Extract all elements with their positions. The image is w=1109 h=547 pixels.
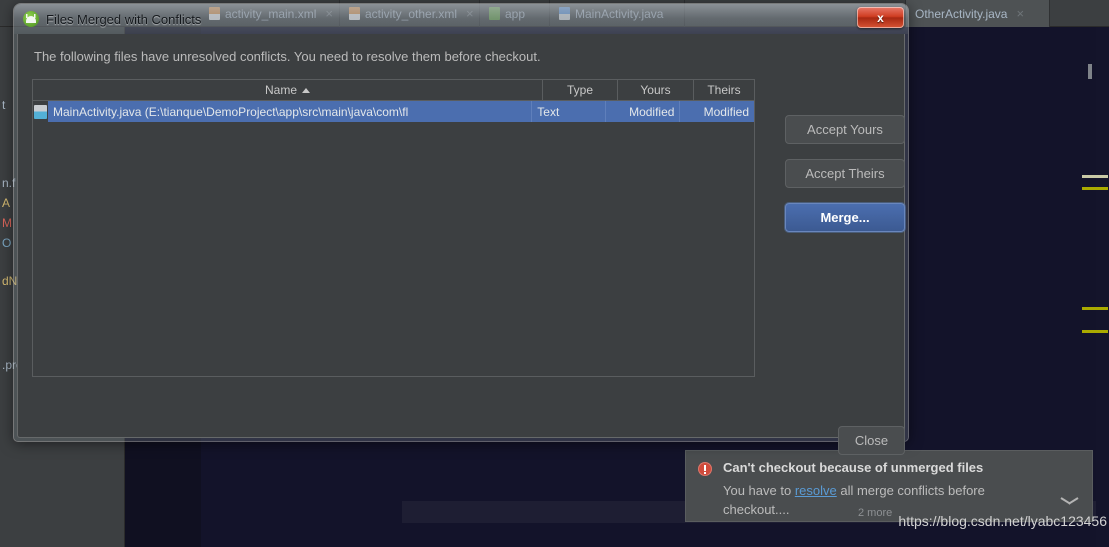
close-button[interactable]: Close bbox=[838, 426, 905, 455]
file-path-label: MainActivity.java (E:\tianque\DemoProjec… bbox=[53, 104, 409, 119]
column-label: Theirs bbox=[707, 83, 741, 97]
column-header-yours[interactable]: Yours bbox=[618, 80, 694, 101]
button-label: Accept Theirs bbox=[805, 166, 885, 181]
merge-button[interactable]: Merge... bbox=[785, 203, 905, 232]
java-file-icon bbox=[34, 104, 47, 119]
tree-label: A bbox=[2, 196, 11, 210]
column-header-type[interactable]: Type bbox=[543, 80, 618, 101]
resolve-link[interactable]: resolve bbox=[795, 483, 837, 498]
cell-yours[interactable]: Modified bbox=[606, 101, 681, 122]
sort-ascending-icon bbox=[302, 87, 310, 93]
button-label: Close bbox=[854, 433, 889, 448]
close-icon[interactable]: × bbox=[1016, 6, 1024, 21]
dialog-body: The following files have unresolved conf… bbox=[17, 34, 905, 455]
error-stripe-marker[interactable] bbox=[1082, 307, 1108, 310]
yours-status-label: Modified bbox=[629, 104, 675, 119]
chevron-down-icon[interactable] bbox=[1061, 496, 1078, 506]
editor-tab-otheractivity-java[interactable]: OtherActivity.java × bbox=[905, 0, 1050, 27]
cell-theirs[interactable]: Modified bbox=[680, 101, 754, 122]
tree-label: M bbox=[2, 216, 12, 230]
table-row[interactable]: MainActivity.java (E:\tianque\DemoProjec… bbox=[33, 101, 754, 122]
button-label: Accept Yours bbox=[807, 122, 883, 137]
cell-type[interactable]: Text bbox=[532, 101, 606, 122]
column-label: Yours bbox=[640, 83, 671, 97]
notification-balloon[interactable]: Can't checkout because of unmerged files… bbox=[685, 450, 1093, 522]
files-merged-with-conflicts-dialog[interactable]: Files Merged with Conflicts x The follow… bbox=[14, 4, 908, 455]
column-header-theirs[interactable]: Theirs bbox=[694, 80, 754, 101]
conflicts-table[interactable]: Name Type Yours Theirs MainActivity.java… bbox=[32, 79, 755, 377]
error-stripe-marker[interactable] bbox=[1082, 175, 1108, 178]
error-stripe-marker[interactable] bbox=[1082, 187, 1108, 190]
editor-scrollbar[interactable] bbox=[1082, 27, 1109, 547]
table-empty-area[interactable] bbox=[33, 122, 754, 376]
error-stripe-marker[interactable] bbox=[1082, 330, 1108, 333]
window-close-button[interactable]: x bbox=[857, 7, 904, 28]
tab-label: OtherActivity.java bbox=[915, 6, 1008, 21]
tree-label: O bbox=[2, 236, 12, 250]
column-label: Name bbox=[264, 83, 297, 97]
row-icon-cell bbox=[33, 101, 48, 122]
type-label: Text bbox=[537, 104, 560, 119]
column-label: Type bbox=[566, 83, 593, 97]
dialog-title-bar[interactable]: Files Merged with Conflicts x bbox=[14, 4, 908, 34]
watermark-url: https://blog.csdn.net/lyabc123456 bbox=[898, 513, 1107, 529]
table-header-row: Name Type Yours Theirs bbox=[33, 80, 754, 101]
accept-theirs-button[interactable]: Accept Theirs bbox=[785, 159, 905, 188]
android-studio-icon bbox=[23, 11, 39, 27]
dialog-title: Files Merged with Conflicts bbox=[46, 11, 202, 27]
notification-title: Can't checkout because of unmerged files bbox=[723, 460, 984, 475]
error-icon bbox=[698, 462, 712, 476]
notification-body-before: You have to bbox=[723, 483, 795, 498]
theirs-status-label: Modified bbox=[703, 104, 749, 119]
tree-label: t bbox=[2, 98, 6, 112]
button-label: Merge... bbox=[820, 210, 870, 225]
cell-name[interactable]: MainActivity.java (E:\tianque\DemoProjec… bbox=[48, 101, 533, 122]
dialog-instruction-text: The following files have unresolved conf… bbox=[34, 49, 541, 64]
column-header-name[interactable]: Name bbox=[33, 80, 543, 101]
screen: t n.f A M O dN .pro activity_main.xml × bbox=[0, 0, 1109, 547]
more-notifications-label[interactable]: 2 more bbox=[858, 507, 892, 519]
accept-yours-button[interactable]: Accept Yours bbox=[785, 115, 905, 144]
